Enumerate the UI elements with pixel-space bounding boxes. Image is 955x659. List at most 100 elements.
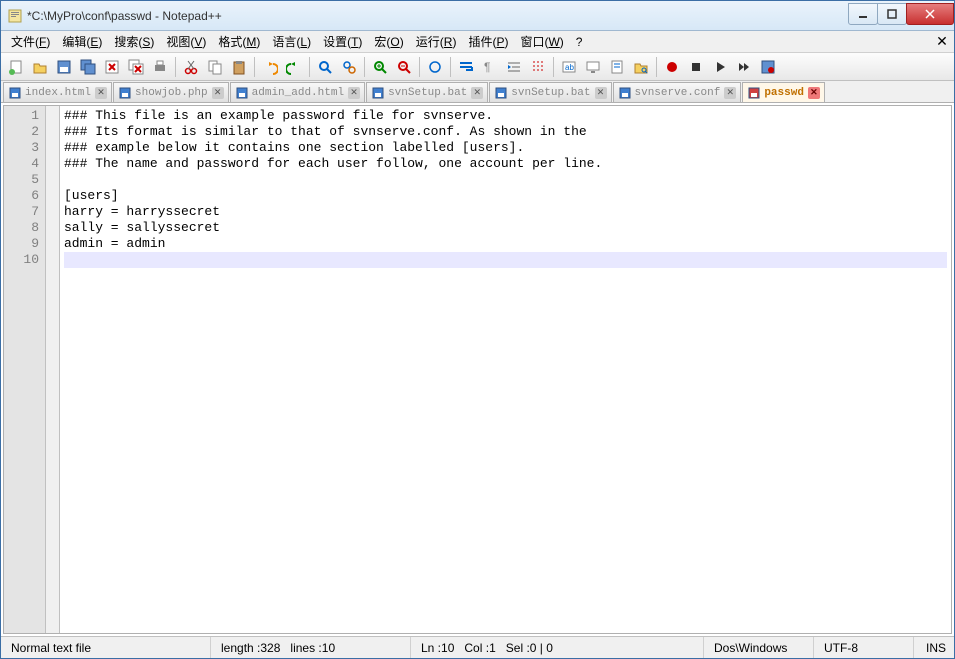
tab-svnserve.conf[interactable]: svnserve.conf✕ [613,82,742,102]
undo-button[interactable] [259,56,281,78]
undo-icon [262,59,278,75]
line-number[interactable]: 7 [4,204,39,220]
line-number[interactable]: 9 [4,236,39,252]
tab-close-icon[interactable]: ✕ [808,87,820,99]
lang-button[interactable]: ab [558,56,580,78]
toolbar-separator [656,57,657,77]
replace-button[interactable] [338,56,360,78]
wrap-button[interactable] [455,56,477,78]
tab-close-icon[interactable]: ✕ [595,87,607,99]
tab-close-icon[interactable]: ✕ [95,87,107,99]
menu-O[interactable]: 宏(O) [368,31,409,52]
code-line[interactable]: sally = sallyssecret [64,220,947,236]
code-line[interactable]: harry = harryssecret [64,204,947,220]
code-line[interactable]: ### The name and password for each user … [64,156,947,172]
macro-fast-button[interactable] [733,56,755,78]
monitor-button[interactable] [582,56,604,78]
zoom-out-button[interactable] [393,56,415,78]
tab-close-icon[interactable]: ✕ [724,87,736,99]
code-line[interactable]: ### Its format is similar to that of svn… [64,124,947,140]
text-editor[interactable]: ### This file is an example password fil… [60,106,951,633]
line-number[interactable]: 10 [4,252,39,268]
tab-close-icon[interactable]: ✕ [212,87,224,99]
code-line[interactable]: ### This file is an example password fil… [64,108,947,124]
save-all-button[interactable] [77,56,99,78]
tab-svnSetup.bat[interactable]: svnSetup.bat✕ [366,82,488,102]
doc-button[interactable] [606,56,628,78]
macro-save-button[interactable] [757,56,779,78]
code-line[interactable]: admin = admin [64,236,947,252]
line-number[interactable]: 4 [4,156,39,172]
tab-svnSetup.bat[interactable]: svnSetup.bat✕ [489,82,611,102]
close-icon [104,59,120,75]
col-label: Col : [464,641,489,655]
save-button[interactable] [53,56,75,78]
indent-button[interactable] [503,56,525,78]
new-button[interactable] [5,56,27,78]
line-number[interactable]: 5 [4,172,39,188]
tab-passwd[interactable]: passwd✕ [742,82,825,102]
minimize-button[interactable] [848,3,878,25]
line-number[interactable]: 8 [4,220,39,236]
redo-button[interactable] [283,56,305,78]
fold-column[interactable] [46,106,60,633]
cut-button[interactable] [180,56,202,78]
menu-W[interactable]: 窗口(W) [514,31,569,52]
code-line[interactable]: ### example below it contains one sectio… [64,140,947,156]
macro-rec-button[interactable] [661,56,683,78]
tab-showjob.php[interactable]: showjob.php✕ [113,82,229,102]
menu-T[interactable]: 设置(T) [317,31,368,52]
tab-close-icon[interactable]: ✕ [348,87,360,99]
tab-index.html[interactable]: index.html✕ [3,82,112,102]
close-button[interactable] [906,3,954,25]
paste-button[interactable] [228,56,250,78]
code-line[interactable]: [users] [64,188,947,204]
line-number[interactable]: 6 [4,188,39,204]
line-number[interactable]: 1 [4,108,39,124]
menu-P[interactable]: 插件(P) [462,31,514,52]
svg-text:¶: ¶ [484,60,490,74]
menu-S[interactable]: 搜索(S) [108,31,160,52]
indent-icon [506,59,522,75]
folder-button[interactable] [630,56,652,78]
sync-button[interactable] [424,56,446,78]
line-number[interactable]: 3 [4,140,39,156]
titlebar[interactable]: *C:\MyPro\conf\passwd - Notepad++ [1,1,954,31]
maximize-button[interactable] [877,3,907,25]
line-number[interactable]: 2 [4,124,39,140]
toolbar-separator [419,57,420,77]
menu-?[interactable]: ? [570,33,589,51]
status-filetype: Normal text file [1,637,211,658]
open-button[interactable] [29,56,51,78]
invisible-icon: ¶ [482,59,498,75]
menu-V[interactable]: 视图(V) [160,31,212,52]
zoom-in-button[interactable] [369,56,391,78]
mdi-close-icon[interactable]: ✕ [934,34,950,50]
macro-stop-button[interactable] [685,56,707,78]
menu-F[interactable]: 文件(F) [5,31,56,52]
menu-E[interactable]: 编辑(E) [56,31,108,52]
copy-button[interactable] [204,56,226,78]
statusbar: Normal text file length : 328 lines : 10… [1,636,954,658]
macro-play-button[interactable] [709,56,731,78]
tab-close-icon[interactable]: ✕ [471,87,483,99]
line-number-gutter[interactable]: 12345678910 [4,106,46,633]
close-button[interactable] [101,56,123,78]
file-icon [747,86,761,100]
code-line[interactable] [64,172,947,188]
tab-label: svnserve.conf [635,87,721,99]
menu-R[interactable]: 运行(R) [410,31,463,52]
menu-M[interactable]: 格式(M) [212,31,266,52]
print-button[interactable] [149,56,171,78]
menu-L[interactable]: 语言(L) [266,31,317,52]
tab-admin_add.html[interactable]: admin_add.html✕ [230,82,365,102]
find-button[interactable] [314,56,336,78]
close-all-button[interactable] [125,56,147,78]
invisible-button[interactable]: ¶ [479,56,501,78]
file-icon [618,86,632,100]
monitor-icon [585,59,601,75]
code-line[interactable] [64,252,947,268]
file-icon [235,86,249,100]
guide-button[interactable] [527,56,549,78]
file-icon [8,86,22,100]
